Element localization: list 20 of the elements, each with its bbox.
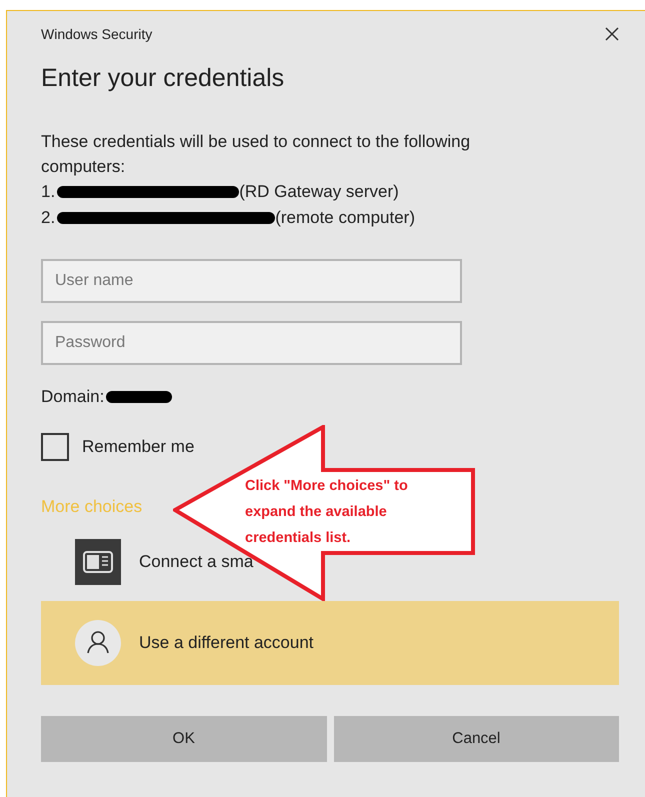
- input-field[interactable]: User name: [41, 259, 462, 303]
- callout-text: Click "More choices" to expand the available credentials list.: [245, 477, 409, 548]
- computer-number: 1.: [41, 181, 56, 203]
- input-field[interactable]: Password: [41, 321, 462, 365]
- person-icon: [75, 620, 121, 666]
- intro-text: These credentials will be used to connect to the following computers:: [41, 131, 472, 178]
- domain-label: Domain:: [41, 387, 104, 407]
- computer-number: 2.: [41, 207, 56, 229]
- redaction-bar: [106, 391, 172, 403]
- dialog-button[interactable]: OK: [41, 716, 326, 762]
- dialog-heading: Enter your credentials: [41, 64, 286, 93]
- dialog-button[interactable]: Cancel: [334, 716, 619, 762]
- computer-role: (remote computer): [275, 207, 416, 229]
- checkbox-label: Remember me: [82, 437, 194, 457]
- checkbox[interactable]: [41, 433, 69, 461]
- smart-card-icon: [75, 539, 121, 585]
- window-title: Windows Security: [41, 26, 152, 42]
- close-icon[interactable]: [605, 27, 619, 41]
- computer-role: (RD Gateway server): [239, 181, 399, 203]
- account-option[interactable]: Use a different account: [41, 601, 619, 685]
